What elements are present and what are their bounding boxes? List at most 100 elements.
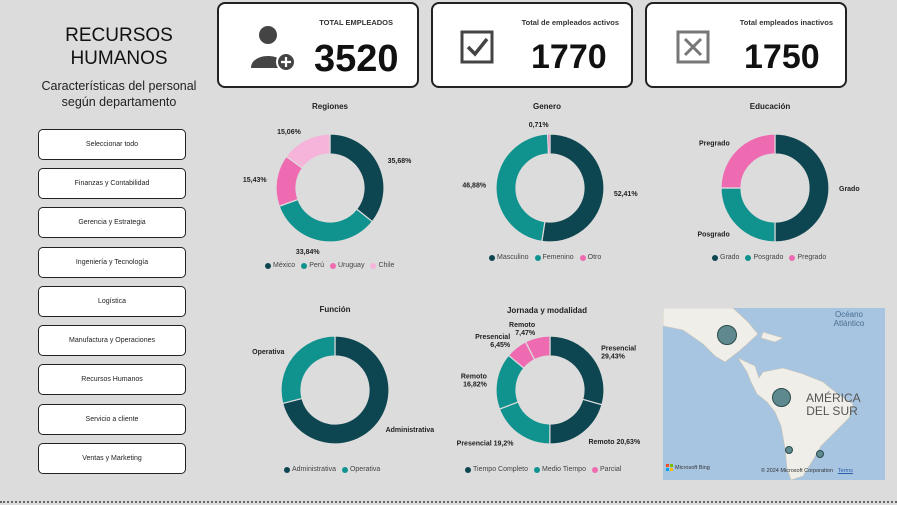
donut-label: Presencial 29,43% [601,345,636,360]
legend-item[interactable]: Otro [579,254,601,261]
legend-dot [341,466,348,473]
donut-label: 35,68% [388,158,413,165]
legend-item[interactable]: Masculino [489,254,529,261]
slicer-gerencia[interactable]: Gerencia y Estrategia [38,207,186,238]
donut-label: Presencial 19,2% [457,441,515,448]
map-bubble-mexico[interactable] [717,325,737,345]
legend-item[interactable]: México [265,262,295,269]
legend-item[interactable]: Medio Tiempo [534,466,586,473]
slicer-select-all[interactable]: Seleccionar todo [38,129,186,160]
chart-jornada-legend: Tiempo Completo Medio Tiempo Parcial [465,466,621,473]
legend-label: Tiempo Completo [473,466,528,473]
map-terms-link[interactable]: Terms [838,468,853,474]
legend-item[interactable]: Parcial [591,466,622,473]
kpi-total-label: TOTAL EMPLEADOS [319,18,393,27]
donut-slice[interactable] [498,401,551,445]
chart-genero: 52,41% 46,88% 0,71% [462,122,639,243]
chart-educacion-legend: Grado Posgrado Pregrado [712,254,826,261]
slicer-ventas[interactable]: Ventas y Marketing [38,443,186,474]
donut-slice[interactable] [495,133,550,243]
legend-label: Operativa [349,466,381,473]
slicer-servicio[interactable]: Servicio a cliente [38,404,186,435]
donut-slice[interactable] [549,398,603,445]
legend-item[interactable]: Posgrado [745,254,783,261]
chart-jornada-title: Jornada y modalidad [506,306,588,315]
donut-slice[interactable] [280,335,336,405]
legend-item[interactable]: Administrativa [284,466,336,473]
chart-regiones-title: Regiones [311,102,348,111]
microsoft-logo-icon [666,464,673,471]
legend-label: Medio Tiempo [542,466,586,473]
map-visual[interactable]: Océano Atlántico AMÉRICA DEL SUR Microso… [663,308,885,480]
kpi-active-label: Total de empleados activos [521,18,619,27]
bottom-divider [0,501,897,503]
legend-dot [465,466,471,473]
legend-dot [534,466,540,473]
donut-label: 52,41% [614,191,639,198]
legend-label: Masculino [497,254,529,261]
slicer-logistica[interactable]: Logística [38,286,186,317]
legend-dot [745,254,752,261]
chart-educacion: Grado Posgrado Pregrado [697,133,860,243]
page-title: RECURSOS HUMANOS [65,25,173,69]
legend-dot [301,262,308,269]
donut-label: 0,71% [529,122,550,129]
legend-label: Chile [378,262,395,269]
legend-item[interactable]: Tiempo Completo [465,466,528,473]
legend-label: Posgrado [753,254,784,261]
add-user-icon [249,24,297,79]
donut-slice[interactable] [549,335,605,406]
map-bubble-peru[interactable] [772,388,791,407]
slicer-ingenieria[interactable]: Ingeniería y Tecnología [38,247,186,278]
chart-genero-title: Genero [532,102,561,111]
bing-logo: Microsoft Bing [666,464,710,471]
slicer-manufactura[interactable]: Manufactura y Operaciones [38,325,186,356]
chart-funcion-title: Función [319,305,351,314]
map-attribution: © 2024 Microsoft Corporation Terms [761,468,853,474]
donut-slice[interactable] [774,133,830,243]
legend-label: Grado [720,254,740,261]
map-ocean-label: Océano Atlántico [833,310,865,328]
legend-item[interactable]: Pregrado [789,254,826,261]
slicer-finanzas[interactable]: Finanzas y Contabilidad [38,168,186,199]
chart-funcion-legend: Administrativa Operativa [284,466,380,473]
donut-label: Administrativa [386,427,435,434]
legend-dot [284,466,290,473]
legend-label: Femenino [542,254,574,261]
kpi-total-employees: TOTAL EMPLEADOS 3520 [217,2,419,88]
legend-item[interactable]: Perú [301,262,324,269]
map-bubble-chile[interactable] [785,446,793,454]
legend-label: Perú [309,262,324,269]
kpi-inactive-label: Total empleados inactivos [739,18,833,27]
legend-item[interactable]: Operativa [341,466,381,473]
slicer-rrhh[interactable]: Recursos Humanos [38,364,186,395]
chart-regiones-legend: México Perú Uruguay Chile [265,262,394,269]
kpi-inactive-value: 1750 [744,38,820,76]
donut-slice[interactable] [541,133,605,243]
donut-slice[interactable] [329,133,385,223]
legend-dot [489,254,495,261]
legend-label: Uruguay [337,262,365,269]
legend-label: Parcial [599,466,622,473]
chart-genero-legend: Masculino Femenino Otro [489,254,601,261]
legend-item[interactable]: Uruguay [329,262,365,269]
legend-dot [591,466,598,473]
page-subtitle: Características del personal según depar… [41,79,197,109]
donut-slice[interactable] [546,133,551,155]
legend-dot [329,262,336,269]
legend-dot [265,262,271,269]
legend-dot [579,254,586,261]
chart-jornada: Presencial 29,43% Remoto 20,63% Presencial … [457,322,641,448]
legend-item[interactable]: Grado [712,254,739,261]
donut-label: Remoto 16,82% [461,373,488,388]
donut-label: Grado [839,186,860,193]
chart-funcion: Administrativa Operativa [252,335,435,445]
legend-item[interactable]: Chile [370,262,394,269]
kpi-inactive-employees: Total empleados inactivos 1750 [645,2,847,88]
donut-label: Posgrado [697,231,729,238]
donut-label: 15,43% [243,177,268,184]
map-bubble-uruguay[interactable] [816,450,824,458]
donut-label: Remoto 20,63% [588,439,641,446]
legend-label: Pregrado [797,254,827,261]
legend-item[interactable]: Femenino [534,254,574,261]
